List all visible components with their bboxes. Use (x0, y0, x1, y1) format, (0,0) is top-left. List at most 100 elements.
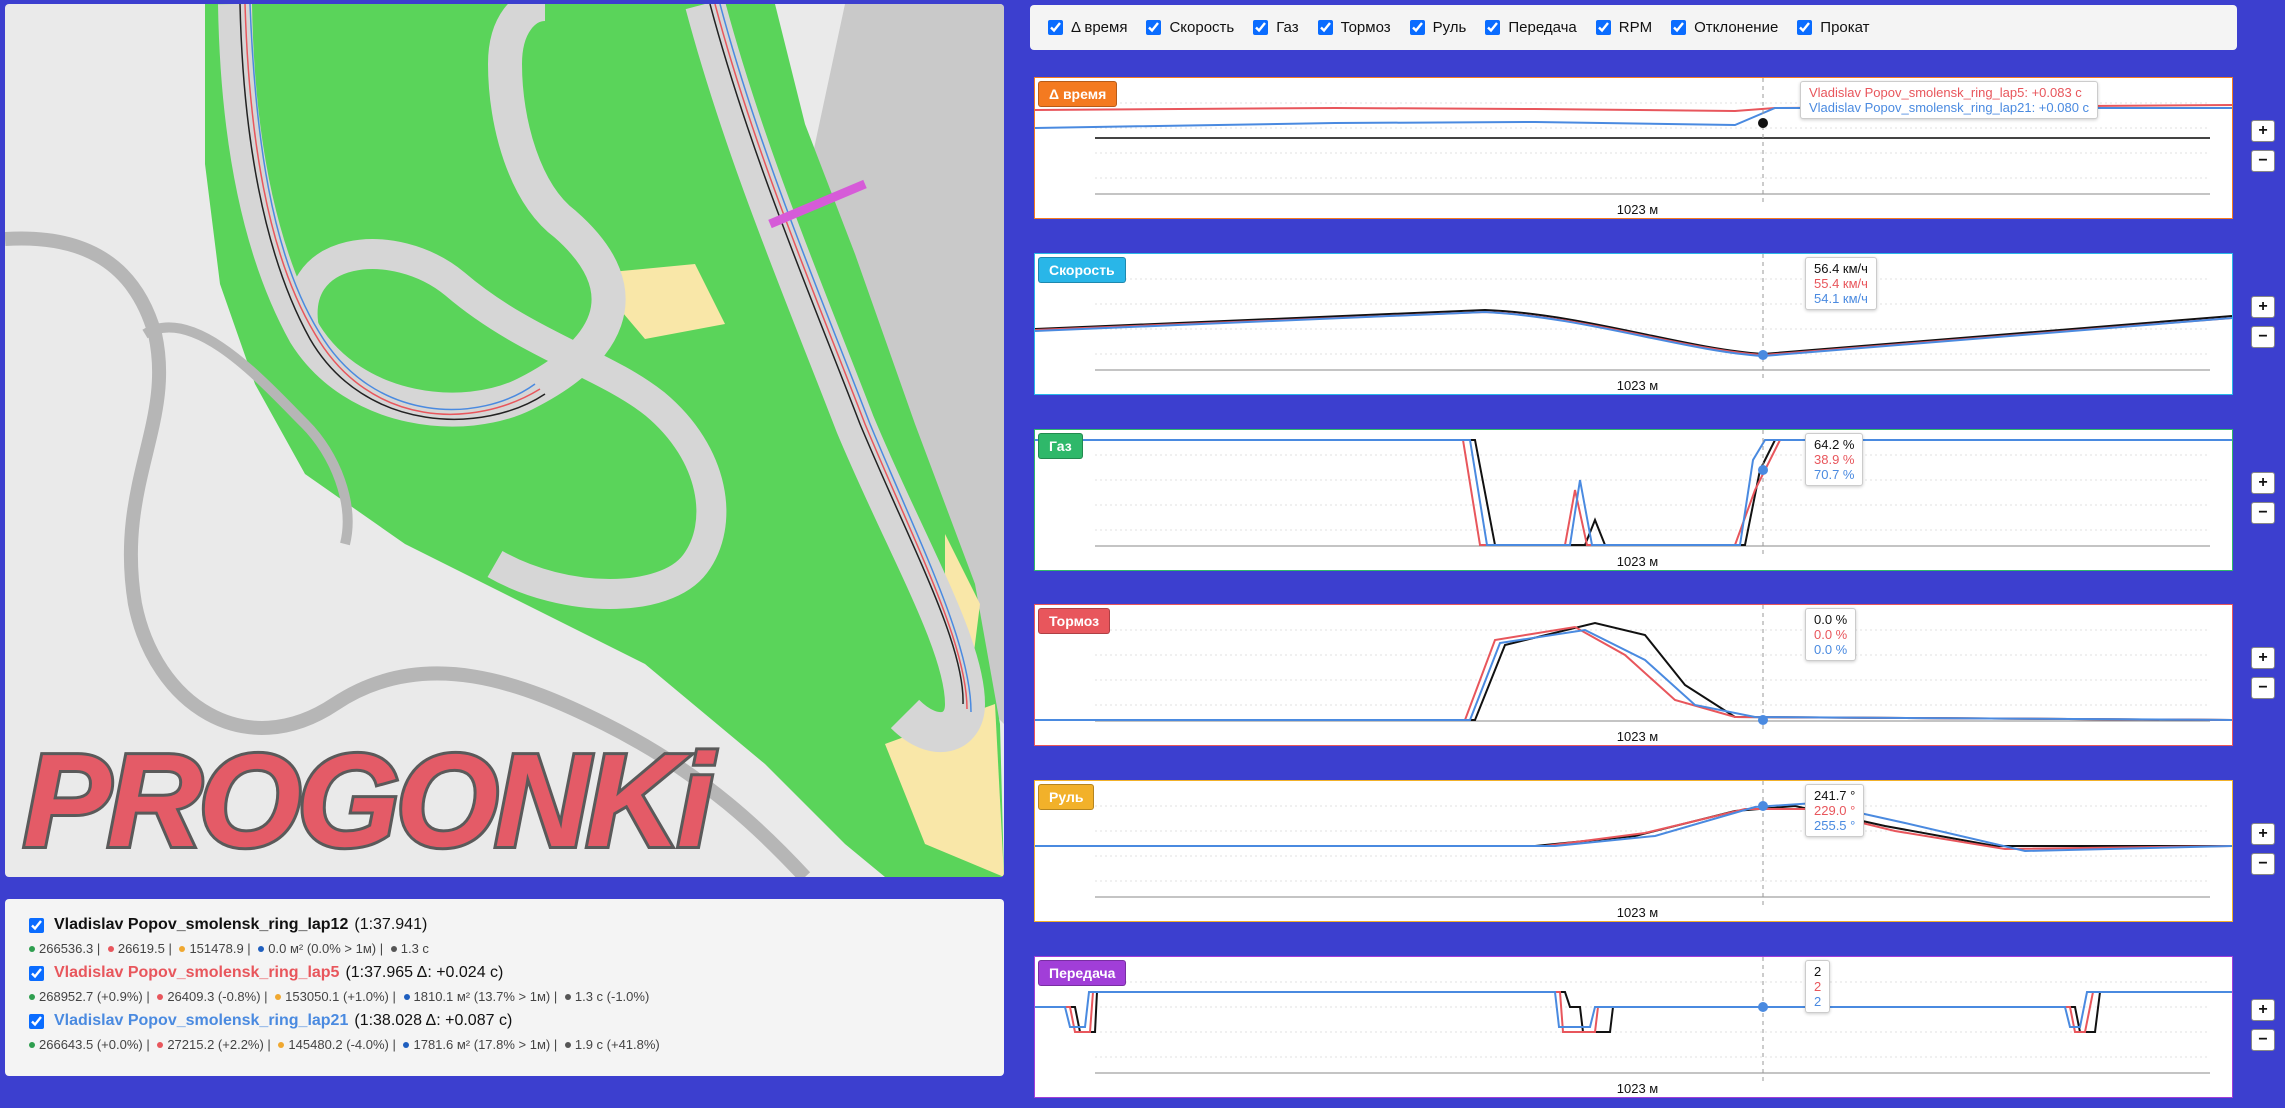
progonki-logo: PROGONKi (20, 724, 717, 877)
zoom-out-button[interactable]: − (2251, 150, 2275, 172)
chart-plot[interactable] (1035, 254, 2232, 394)
tooltip-value: 0.0 % (1814, 627, 1848, 642)
stat-value: 1.3 с (-1.0%) (574, 989, 650, 1004)
lap-legend: Vladislav Popov_smolensk_ring_lap12 (1:3… (5, 899, 1004, 1076)
toggle-label: Отклонение (1694, 19, 1779, 36)
toggle-deviation[interactable]: Отклонение (1671, 19, 1778, 36)
tooltip-value: 255.5 ° (1814, 818, 1856, 833)
stat-value: 0.0 м² (0.0% > 1м) (268, 941, 377, 956)
toggle-label: Тормоз (1340, 19, 1391, 36)
stat-value: 1781.6 м² (17.8% > 1м) (413, 1037, 551, 1052)
lap-row: Vladislav Popov_smolensk_ring_lap5 (1:37… (21, 961, 988, 985)
cursor-dot (1758, 715, 1768, 725)
checkbox[interactable] (1253, 20, 1269, 35)
channel-toolbar: Δ время Скорость Газ Тормоз Руль Передач… (1030, 5, 2237, 50)
cursor-dot (1758, 350, 1768, 360)
series-line (1035, 804, 2232, 847)
track-map[interactable]: PROGONKi (5, 4, 1004, 877)
chart-panel[interactable]: Скорость 56.4 км/ч 55.4 км/ч 54.1 км/ч 1023 … (1034, 253, 2233, 395)
cursor-dot (1758, 118, 1768, 128)
value-tooltip: 241.7 ° 229.0 ° 255.5 ° (1805, 784, 1865, 837)
toggle-gear[interactable]: Передача (1485, 19, 1577, 36)
value-tooltip: 0.0 % 0.0 % 0.0 % (1805, 608, 1857, 661)
toggle-label: Газ (1276, 19, 1299, 36)
series-line (1035, 801, 2232, 853)
zoom-in-button[interactable]: + (2251, 120, 2275, 142)
zoom-out-button[interactable]: − (2251, 326, 2275, 348)
chart-plot[interactable] (1035, 605, 2232, 745)
cursor-dot (1758, 1002, 1768, 1012)
chart-title: Руль (1038, 784, 1095, 810)
tooltip-value: 2 (1814, 964, 1822, 979)
toggle-delta-time[interactable]: Δ время (1048, 19, 1127, 36)
chart-panel[interactable]: Тормоз 0.0 % 0.0 % 0.0 % 1023 м (1034, 604, 2233, 746)
x-position-label: 1023 м (1616, 1081, 1659, 1096)
lap-checkbox[interactable] (29, 1013, 44, 1029)
tooltip-value: 38.9 % (1814, 452, 1855, 467)
series-line (1035, 439, 2232, 546)
series-line (1035, 808, 2232, 851)
chart-plot[interactable] (1035, 781, 2232, 921)
zoom-in-button[interactable]: + (2251, 647, 2275, 669)
stat-value: 26619.5 (117, 941, 165, 956)
x-position-label: 1023 м (1616, 729, 1659, 744)
chart-panel[interactable]: Газ 64.2 % 38.9 % 70.7 % 1023 м (1034, 429, 2233, 571)
stat-value: 153050.1 (+1.0%) (285, 989, 389, 1004)
toggle-label: Передача (1508, 19, 1577, 36)
checkbox[interactable] (1048, 20, 1063, 35)
zoom-in-button[interactable]: + (2251, 296, 2275, 318)
checkbox[interactable] (1485, 20, 1501, 35)
checkbox[interactable] (1146, 20, 1162, 35)
series-line (1035, 621, 2232, 721)
zoom-in-button[interactable]: + (2251, 999, 2275, 1021)
stat-value: 1.9 с (+41.8%) (574, 1037, 660, 1052)
stat-value: 1.3 с (400, 941, 429, 956)
toggle-label: Руль (1432, 19, 1467, 36)
tooltip-value: 241.7 ° (1814, 788, 1856, 803)
zoom-out-button[interactable]: − (2251, 853, 2275, 875)
toggle-steering[interactable]: Руль (1409, 19, 1467, 36)
zoom-in-button[interactable]: + (2251, 823, 2275, 845)
value-tooltip: 64.2 % 38.9 % 70.7 % (1805, 433, 1864, 486)
series-line (1035, 628, 2232, 721)
lap-name: Vladislav Popov_smolensk_ring_lap12 (54, 916, 349, 933)
lap-checkbox[interactable] (29, 917, 44, 933)
toggle-label: Скорость (1169, 19, 1235, 36)
toggle-brake[interactable]: Тормоз (1317, 19, 1391, 36)
zoom-out-button[interactable]: − (2251, 677, 2275, 699)
toggle-rolling[interactable]: Прокат (1797, 19, 1870, 36)
checkbox[interactable] (1317, 20, 1333, 35)
toggle-speed[interactable]: Скорость (1146, 19, 1234, 36)
x-position-label: 1023 м (1616, 905, 1659, 920)
lap-checkbox[interactable] (29, 965, 44, 981)
cursor-dot (1758, 465, 1768, 475)
x-position-label: 1023 м (1616, 554, 1659, 569)
checkbox[interactable] (1595, 20, 1611, 35)
lap-time: (1:37.941) (354, 916, 428, 933)
cursor-dot (1758, 801, 1768, 811)
chart-plot[interactable] (1035, 430, 2232, 570)
zoom-in-button[interactable]: + (2251, 472, 2275, 494)
toggle-rpm[interactable]: RPM (1595, 19, 1653, 36)
checkbox[interactable] (1671, 20, 1687, 35)
series-line (1035, 310, 2232, 358)
chart-panel[interactable]: Передача 2 2 2 1023 м (1034, 956, 2233, 1098)
checkbox[interactable] (1409, 20, 1425, 35)
chart-panel[interactable]: Руль 241.7 ° 229.0 ° 255.5 ° 1023 м (1034, 780, 2233, 922)
tooltip-value: 70.7 % (1814, 467, 1855, 482)
tooltip-value: Vladislav Popov_smolensk_ring_lap21: +0.… (1809, 100, 2090, 115)
tooltip-value: 0.0 % (1814, 612, 1848, 627)
chart-plot[interactable] (1035, 957, 2232, 1097)
toggle-label: RPM (1618, 19, 1653, 36)
zoom-out-button[interactable]: − (2251, 1029, 2275, 1051)
zoom-out-button[interactable]: − (2251, 502, 2275, 524)
toggle-throttle[interactable]: Газ (1253, 19, 1299, 36)
chart-title: Тормоз (1038, 608, 1111, 634)
lap-name: Vladislav Popov_smolensk_ring_lap21 (54, 1012, 349, 1029)
stat-value: 151478.9 (189, 941, 244, 956)
checkbox[interactable] (1797, 20, 1813, 35)
stat-value: 1810.1 м² (13.7% > 1м) (413, 989, 551, 1004)
lap-time: (1:37.965 Δ: +0.024 с) (345, 964, 504, 981)
tooltip-value: 0.0 % (1814, 642, 1848, 657)
chart-panel[interactable]: Δ время Vladislav Popov_smolensk_ring_lap… (1034, 77, 2233, 219)
